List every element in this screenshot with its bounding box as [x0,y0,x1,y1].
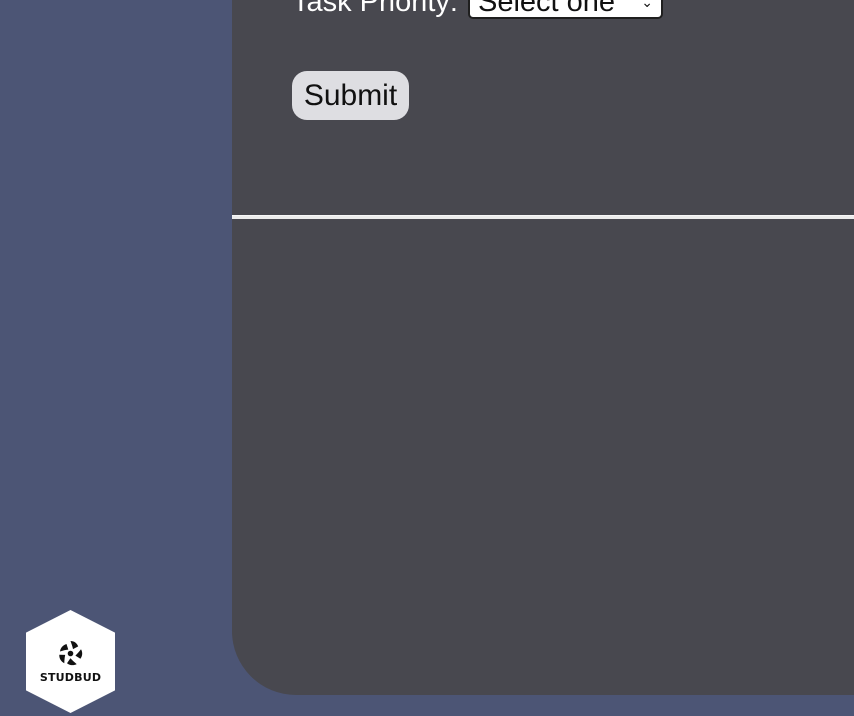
task-priority-select[interactable]: Select one ⌄ [467,0,663,19]
chevron-down-icon: ⌄ [641,0,653,10]
submit-button[interactable]: Submit [292,71,409,120]
studbud-badge[interactable]: STUDBUD [26,610,115,713]
task-priority-row: Task Priority: Select one ⌄ [292,0,663,20]
section-divider [232,215,854,219]
task-form-panel: Task Priority: Select one ⌄ Submit [232,0,854,695]
aperture-icon [57,640,84,667]
task-priority-selected-value: Select one [477,0,616,18]
task-priority-label: Task Priority: [292,0,458,18]
studbud-logo-label: STUDBUD [39,671,102,684]
app-page: Task Priority: Select one ⌄ Submit STUDB… [0,0,854,716]
